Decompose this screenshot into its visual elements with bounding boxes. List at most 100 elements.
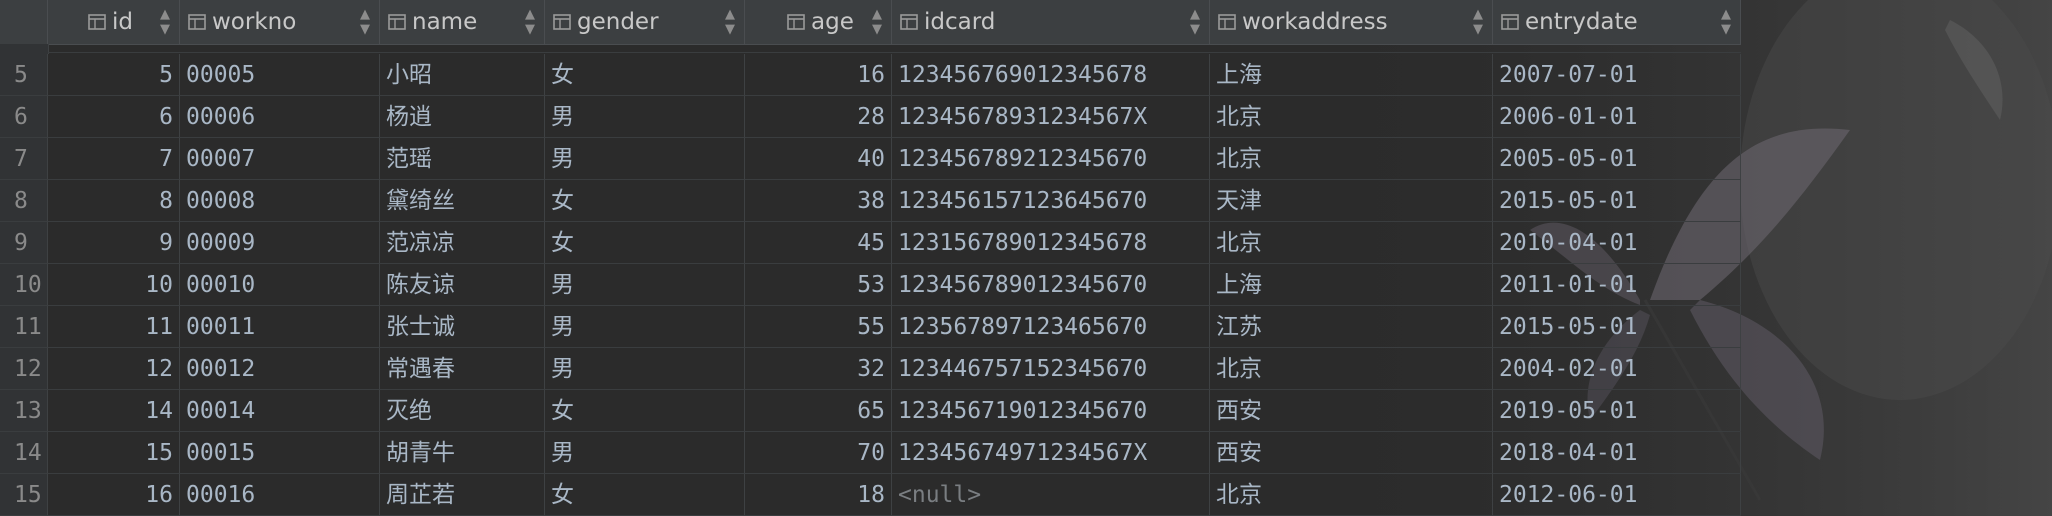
cell-workaddress[interactable]: 江苏 [1210, 306, 1493, 348]
cell-idcard[interactable]: 12345678931234567X [892, 96, 1210, 138]
column-header-name[interactable]: name ▲ ▼ [380, 0, 545, 44]
table-row[interactable]: 6 6 00006 杨逍男 28 12345678931234567X 北京 2006-01-… [0, 96, 1741, 138]
cell-age[interactable]: 45 [745, 222, 892, 264]
column-header-workno[interactable]: workno ▲ ▼ [180, 0, 380, 44]
cell-workaddress[interactable]: 北京 [1210, 96, 1493, 138]
cell-workaddress[interactable]: 北京 [1210, 474, 1493, 516]
cell-name[interactable]: 范瑶 [380, 138, 545, 180]
cell-idcard[interactable]: 123156789012345678 [892, 222, 1210, 264]
cell-id[interactable]: 15 [48, 432, 180, 474]
table-row[interactable]: 5 5 00005 小昭女 16 123456769012345678 上海 2007-07-… [0, 54, 1741, 96]
cell-entrydate[interactable]: 2015-05-01 [1493, 306, 1741, 348]
cell-workaddress[interactable]: 天津 [1210, 180, 1493, 222]
cell-age[interactable]: 53 [745, 264, 892, 306]
cell-workno[interactable]: 00016 [180, 474, 380, 516]
cell-entrydate[interactable]: 2005-05-01 [1493, 138, 1741, 180]
cell-workno[interactable]: 00012 [180, 348, 380, 390]
cell-name[interactable]: 胡青牛 [380, 432, 545, 474]
cell-id[interactable]: 10 [48, 264, 180, 306]
cell-workaddress[interactable]: 北京 [1210, 222, 1493, 264]
cell-workno[interactable]: 00014 [180, 390, 380, 432]
cell-gender[interactable]: 男 [545, 96, 745, 138]
table-row[interactable]: 14 15 00015 胡青牛男 70 12345674971234567X 西安 2018-… [0, 432, 1741, 474]
cell-workno[interactable]: 00005 [180, 54, 380, 96]
cell-age[interactable]: 38 [745, 180, 892, 222]
cell-gender[interactable]: 女 [545, 180, 745, 222]
cell-id[interactable]: 14 [48, 390, 180, 432]
cell-gender[interactable]: 男 [545, 306, 745, 348]
cell-entrydate[interactable]: 2007-07-01 [1493, 54, 1741, 96]
cell-id[interactable]: 6 [48, 96, 180, 138]
cell-entrydate[interactable]: 2006-01-01 [1493, 96, 1741, 138]
cell-workno[interactable]: 00006 [180, 96, 380, 138]
cell-gender[interactable]: 男 [545, 138, 745, 180]
table-row[interactable]: 12 12 00012 常遇春男 32 123446757152345670 北京 2004-… [0, 348, 1741, 390]
cell-gender[interactable]: 女 [545, 54, 745, 96]
cell-idcard[interactable]: 123456719012345670 [892, 390, 1210, 432]
sort-arrows-icon[interactable]: ▲ ▼ [725, 7, 735, 37]
cell-entrydate[interactable]: 2012-06-01 [1493, 474, 1741, 516]
cell-idcard[interactable]: <null> [892, 474, 1210, 516]
cell-age[interactable]: 40 [745, 138, 892, 180]
column-header-workaddress[interactable]: workaddress ▲ ▼ [1210, 0, 1493, 44]
cell-workaddress[interactable]: 北京 [1210, 348, 1493, 390]
sort-arrows-icon[interactable]: ▲ ▼ [1721, 7, 1731, 37]
cell-idcard[interactable]: 123567897123465670 [892, 306, 1210, 348]
table-row[interactable]: 8 8 00008 黛绮丝女 38 123456157123645670 天津 2015-05… [0, 180, 1741, 222]
cell-name[interactable]: 杨逍 [380, 96, 545, 138]
cell-name[interactable]: 陈友谅 [380, 264, 545, 306]
sort-arrows-icon[interactable]: ▲ ▼ [1190, 7, 1200, 37]
cell-workno[interactable]: 00011 [180, 306, 380, 348]
cell-workno[interactable]: 00010 [180, 264, 380, 306]
column-header-age[interactable]: age ▲ ▼ [745, 0, 892, 44]
cell-idcard[interactable]: 123456789212345670 [892, 138, 1210, 180]
column-header-entrydate[interactable]: entrydate ▲ ▼ [1493, 0, 1741, 44]
cell-workno[interactable]: 00015 [180, 432, 380, 474]
cell-entrydate[interactable]: 2011-01-01 [1493, 264, 1741, 306]
cell-age[interactable]: 70 [745, 432, 892, 474]
cell-name[interactable]: 周芷若 [380, 474, 545, 516]
table-row[interactable]: 13 14 00014 灭绝女 65 123456719012345670 西安 2019-0… [0, 390, 1741, 432]
cell-workaddress[interactable]: 上海 [1210, 264, 1493, 306]
cell-id[interactable]: 7 [48, 138, 180, 180]
cell-idcard[interactable]: 123456769012345678 [892, 54, 1210, 96]
cell-gender[interactable]: 女 [545, 222, 745, 264]
cell-entrydate[interactable]: 2010-04-01 [1493, 222, 1741, 264]
cell-entrydate[interactable]: 2018-04-01 [1493, 432, 1741, 474]
cell-workaddress[interactable]: 北京 [1210, 138, 1493, 180]
cell-entrydate[interactable]: 2019-05-01 [1493, 390, 1741, 432]
table-row[interactable]: 10 10 00010 陈友谅男 53 123456789012345670 上海 2011-… [0, 264, 1741, 306]
cell-workaddress[interactable]: 西安 [1210, 390, 1493, 432]
sort-arrows-icon[interactable]: ▲ ▼ [525, 7, 535, 37]
cell-idcard[interactable]: 123456789012345670 [892, 264, 1210, 306]
cell-idcard[interactable]: 123446757152345670 [892, 348, 1210, 390]
column-header-idcard[interactable]: idcard ▲ ▼ [892, 0, 1210, 44]
cell-gender[interactable]: 女 [545, 390, 745, 432]
cell-workaddress[interactable]: 西安 [1210, 432, 1493, 474]
column-header-gender[interactable]: gender ▲ ▼ [545, 0, 745, 44]
cell-name[interactable]: 张士诚 [380, 306, 545, 348]
cell-idcard[interactable]: 12345674971234567X [892, 432, 1210, 474]
cell-name[interactable]: 常遇春 [380, 348, 545, 390]
cell-name[interactable]: 黛绮丝 [380, 180, 545, 222]
cell-id[interactable]: 8 [48, 180, 180, 222]
sort-arrows-icon[interactable]: ▲ ▼ [872, 7, 882, 37]
cell-gender[interactable]: 男 [545, 348, 745, 390]
cell-workno[interactable]: 00007 [180, 138, 380, 180]
cell-age[interactable]: 28 [745, 96, 892, 138]
cell-workno[interactable]: 00008 [180, 180, 380, 222]
cell-idcard[interactable]: 123456157123645670 [892, 180, 1210, 222]
table-row[interactable]: 7 7 00007 范瑶男 40 123456789212345670 北京 2005-05-… [0, 138, 1741, 180]
column-header-id[interactable]: id ▲ ▼ [48, 0, 180, 44]
cell-id[interactable]: 9 [48, 222, 180, 264]
cell-name[interactable]: 小昭 [380, 54, 545, 96]
cell-id[interactable]: 12 [48, 348, 180, 390]
sort-arrows-icon[interactable]: ▲ ▼ [1473, 7, 1483, 37]
cell-id[interactable]: 16 [48, 474, 180, 516]
cell-gender[interactable]: 男 [545, 264, 745, 306]
cell-gender[interactable]: 女 [545, 474, 745, 516]
sort-arrows-icon[interactable]: ▲ ▼ [160, 7, 170, 37]
cell-entrydate[interactable]: 2004-02-01 [1493, 348, 1741, 390]
cell-name[interactable]: 范凉凉 [380, 222, 545, 264]
cell-entrydate[interactable]: 2015-05-01 [1493, 180, 1741, 222]
